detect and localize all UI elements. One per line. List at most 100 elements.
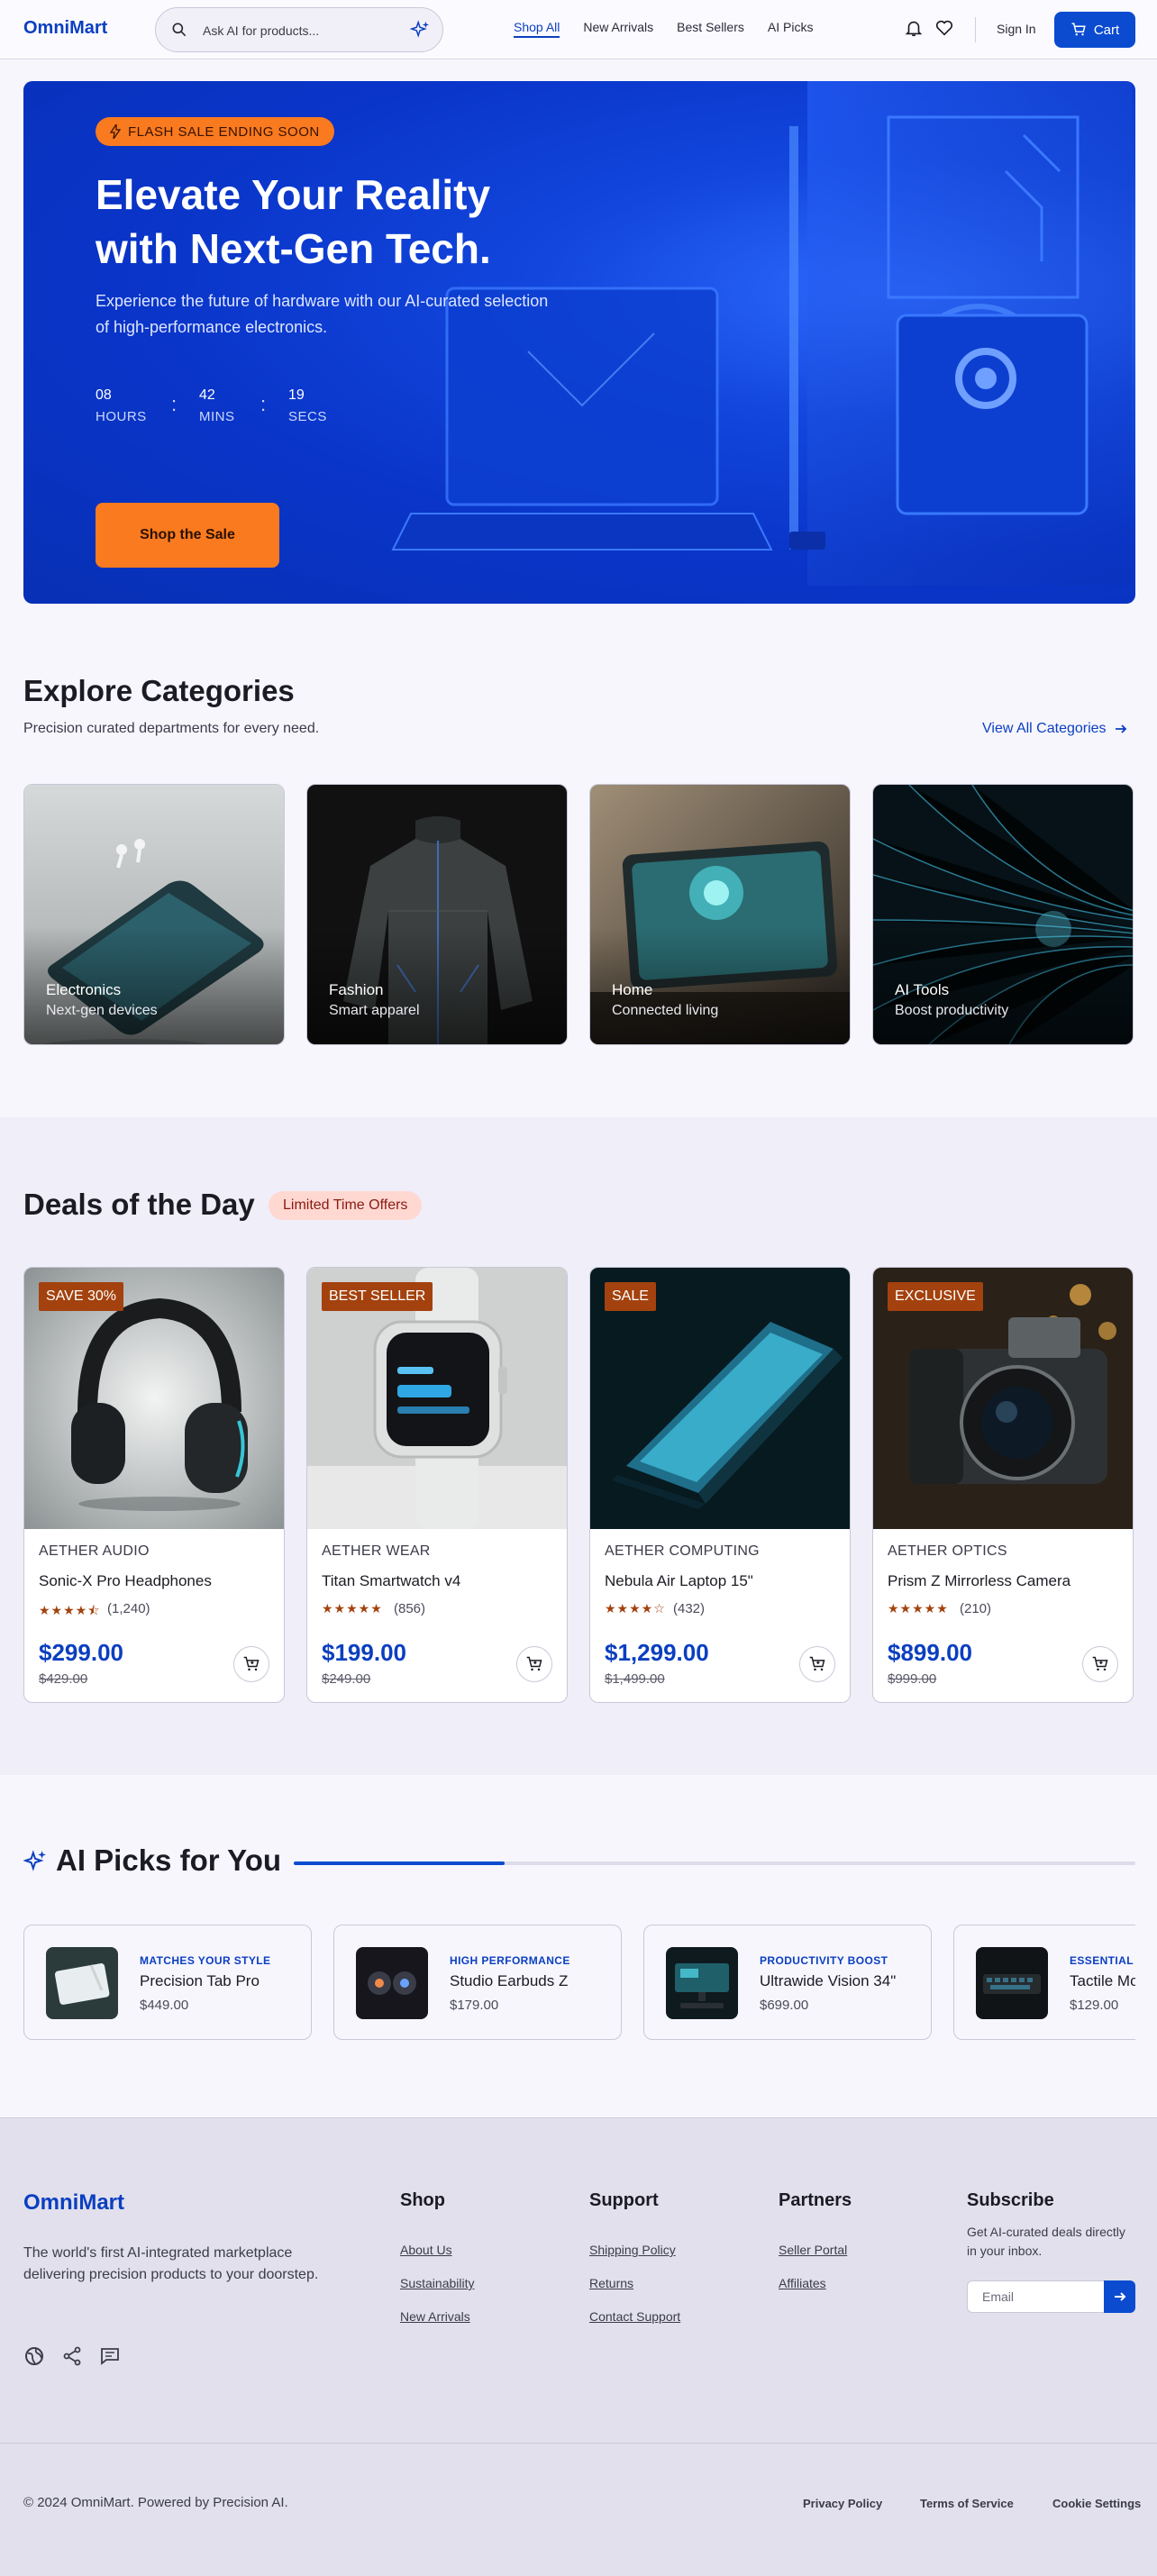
footer-link-new-arrivals[interactable]: New Arrivals: [400, 2309, 470, 2324]
category-card-ai-tools[interactable]: AI Tools Boost productivity: [872, 784, 1134, 1045]
view-all-categories-link[interactable]: View All Categories: [982, 721, 1128, 737]
category-name: AI Tools: [895, 981, 950, 998]
footer-support-heading: Support: [589, 2190, 659, 2210]
nav-new-arrivals[interactable]: New Arrivals: [583, 20, 653, 38]
bell-icon[interactable]: [904, 18, 924, 38]
globe-icon[interactable]: [23, 2345, 45, 2367]
add-cart-icon: [243, 1656, 260, 1671]
heart-icon[interactable]: [934, 18, 954, 38]
terms-of-service-link[interactable]: Terms of Service: [920, 2497, 1014, 2510]
chat-icon[interactable]: [99, 2345, 121, 2367]
countdown-secs: 19 SECS: [288, 387, 327, 424]
flash-sale-text: FLASH SALE ENDING SOON: [128, 123, 320, 140]
nav-best-sellers[interactable]: Best Sellers: [677, 20, 744, 38]
add-to-cart-button[interactable]: [233, 1646, 269, 1682]
product-card[interactable]: SAVE 30% AETHER AUDIO Sonic-X Pro Headph…: [23, 1267, 285, 1703]
product-card[interactable]: SALE AETHER COMPUTING Nebula Air Laptop …: [589, 1267, 851, 1703]
lightning-icon: [110, 124, 121, 139]
copyright-text: © 2024 OmniMart. Powered by Precision AI…: [23, 2495, 288, 2510]
footer-link-contact-support[interactable]: Contact Support: [589, 2309, 680, 2324]
pick-tag: HIGH PERFORMANCE: [450, 1954, 570, 1967]
footer-link-shipping-policy[interactable]: Shipping Policy: [589, 2243, 676, 2257]
arrow-right-icon: [1114, 2292, 1125, 2301]
review-count: (432): [673, 1601, 706, 1616]
footer-link-sustainability[interactable]: Sustainability: [400, 2276, 475, 2290]
hero-banner: FLASH SALE ENDING SOON Elevate Your Real…: [23, 81, 1135, 604]
add-to-cart-button[interactable]: [799, 1646, 835, 1682]
countdown-mins-value: 42: [199, 387, 215, 403]
shop-the-sale-button[interactable]: Shop the Sale: [96, 503, 279, 568]
ai-pick-card[interactable]: MATCHES YOUR STYLE Precision Tab Pro $44…: [23, 1925, 312, 2040]
subscribe-button[interactable]: [1104, 2280, 1135, 2313]
search-bar[interactable]: [155, 7, 443, 52]
deal-badge: SALE: [605, 1282, 656, 1311]
original-price: $429.00: [39, 1671, 88, 1687]
countdown-mins-label: MINS: [199, 409, 235, 424]
pick-tag: MATCHES YOUR STYLE: [140, 1954, 271, 1967]
ai-pick-card[interactable]: ESSENTIAL G Tactile Mo $129.00: [953, 1925, 1135, 2040]
share-icon[interactable]: [61, 2345, 83, 2367]
email-field[interactable]: [967, 2280, 1104, 2313]
original-price: $1,499.00: [605, 1671, 665, 1687]
pick-name: Studio Earbuds Z: [450, 1972, 569, 1989]
add-to-cart-button[interactable]: [1082, 1646, 1118, 1682]
main-nav: Shop All New Arrivals Best Sellers AI Pi…: [514, 20, 813, 38]
category-card-electronics[interactable]: Electronics Next-gen devices: [23, 784, 285, 1045]
rating-stars-icon: ★★★★⯪: [39, 1603, 101, 1617]
product-brand: AETHER AUDIO: [39, 1543, 150, 1559]
countdown-secs-label: SECS: [288, 409, 327, 424]
category-card-home[interactable]: Home Connected living: [589, 784, 851, 1045]
cart-icon: [1071, 23, 1086, 36]
limited-time-badge: Limited Time Offers: [269, 1191, 423, 1220]
add-cart-icon: [1092, 1656, 1108, 1671]
product-name: Nebula Air Laptop 15": [605, 1572, 753, 1589]
footer-logo[interactable]: OmniMart: [23, 2190, 124, 2216]
add-to-cart-button[interactable]: [516, 1646, 552, 1682]
category-name: Electronics: [46, 981, 122, 998]
deal-badge: BEST SELLER: [322, 1282, 433, 1311]
review-count: (856): [394, 1601, 426, 1616]
hero-subtitle: Experience the future of hardware with o…: [96, 292, 549, 336]
ai-sparkle-icon[interactable]: [410, 20, 430, 40]
nav-shop-all[interactable]: Shop All: [514, 20, 560, 38]
deals-title: Deals of the Day: [23, 1188, 255, 1221]
add-cart-icon: [809, 1656, 825, 1671]
hero-title-line2: with Next-Gen Tech.: [96, 225, 491, 272]
product-card[interactable]: BEST SELLER AETHER WEAR Titan Smartwatch…: [306, 1267, 568, 1703]
original-price: $999.00: [888, 1671, 937, 1687]
nav-ai-picks[interactable]: AI Picks: [768, 20, 814, 38]
carousel-progress: [294, 1861, 1135, 1865]
cart-button[interactable]: Cart: [1054, 12, 1135, 48]
footer-divider: [0, 2443, 1157, 2444]
category-desc: Smart apparel: [329, 1003, 420, 1018]
ai-pick-card[interactable]: HIGH PERFORMANCE Studio Earbuds Z $179.0…: [333, 1925, 622, 2040]
privacy-policy-link[interactable]: Privacy Policy: [803, 2497, 882, 2510]
footer: OmniMart The world's first AI-integrated…: [0, 2117, 1157, 2576]
category-card-fashion[interactable]: Fashion Smart apparel: [306, 784, 568, 1045]
product-name: Titan Smartwatch v4: [322, 1572, 461, 1589]
search-input[interactable]: [203, 21, 383, 41]
ai-pick-card[interactable]: PRODUCTIVITY BOOST Ultrawide Vision 34" …: [643, 1925, 932, 2040]
footer-link-about-us[interactable]: About Us: [400, 2243, 452, 2257]
footer-link-returns[interactable]: Returns: [589, 2276, 633, 2290]
deal-badge: SAVE 30%: [39, 1282, 123, 1311]
sign-in-link[interactable]: Sign In: [997, 22, 1036, 36]
pick-price: $449.00: [140, 1998, 189, 2013]
product-price: $299.00: [39, 1639, 123, 1666]
logo[interactable]: OmniMart: [23, 18, 107, 39]
product-brand: AETHER WEAR: [322, 1543, 431, 1559]
arrow-right-icon: [1115, 724, 1126, 733]
footer-link-affiliates[interactable]: Affiliates: [779, 2276, 826, 2290]
footer-link-seller-portal[interactable]: Seller Portal: [779, 2243, 847, 2257]
product-card[interactable]: EXCLUSIVE AETHER OPTICS Prism Z Mirrorle…: [872, 1267, 1134, 1703]
cookie-settings-link[interactable]: Cookie Settings: [1052, 2497, 1141, 2510]
product-price: $1,299.00: [605, 1639, 709, 1666]
countdown-hours-value: 08: [96, 387, 112, 403]
product-price: $899.00: [888, 1639, 972, 1666]
pick-tag: PRODUCTIVITY BOOST: [760, 1954, 888, 1967]
flash-sale-badge: FLASH SALE ENDING SOON: [96, 117, 334, 146]
footer-subscribe-heading: Subscribe: [967, 2190, 1054, 2210]
pick-price: $129.00: [1070, 1998, 1119, 2013]
ai-picks-carousel[interactable]: MATCHES YOUR STYLE Precision Tab Pro $44…: [23, 1925, 1135, 2040]
carousel-progress-fill: [294, 1861, 505, 1865]
